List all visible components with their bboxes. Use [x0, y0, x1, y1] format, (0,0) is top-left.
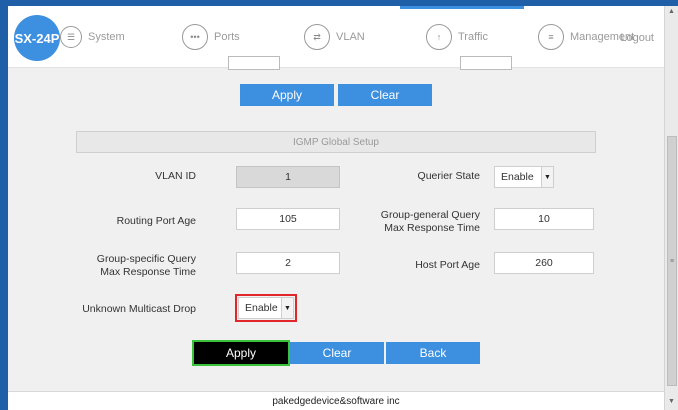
group-specific-field[interactable]: 2 [236, 252, 340, 274]
nav-label-ports: Ports [214, 31, 240, 43]
scroll-up-icon[interactable]: ▲ [668, 8, 675, 15]
scroll-down-icon[interactable]: ▼ [668, 398, 675, 405]
hidden-row-select-2[interactable] [460, 56, 512, 70]
nav-item-ports[interactable]: ••• Ports [182, 24, 240, 50]
logout-link[interactable]: Logout [620, 32, 654, 44]
apply-button[interactable]: Apply [192, 340, 290, 366]
clear-button[interactable]: Clear [290, 342, 384, 364]
unknown-multicast-drop-label: Unknown Multicast Drop [82, 303, 196, 315]
arrow-up-icon: ↑ [426, 24, 452, 50]
unknown-multicast-drop-select[interactable]: Enable ▼ [235, 294, 297, 322]
top-apply-button[interactable]: Apply [240, 84, 334, 106]
group-specific-label: Group-specific Query Max Response Time [96, 253, 196, 278]
top-nav: SX-24P ☰ System ••• Ports ⇄ VLAN ↑ Traff… [8, 6, 664, 68]
host-port-age-label: Host Port Age [415, 259, 480, 271]
vlan-id-field: 1 [236, 166, 340, 188]
routing-port-age-label: Routing Port Age [116, 215, 196, 227]
device-logo: SX-24P [14, 15, 60, 61]
hidden-row-select-1[interactable] [228, 56, 280, 70]
nav-item-vlan[interactable]: ⇄ VLAN [304, 24, 365, 50]
ellipsis-icon: ••• [182, 24, 208, 50]
sliders-icon: ☰ [60, 26, 82, 48]
unknown-multicast-drop-value: Enable [245, 302, 278, 314]
footer: pakedgedevice&software inc [8, 391, 664, 410]
nav-item-traffic[interactable]: ↑ Traffic [426, 24, 488, 50]
group-general-label: Group-general Query Max Response Time [380, 209, 480, 234]
querier-state-select[interactable]: Enable ▼ [494, 166, 554, 188]
querier-state-value: Enable [501, 171, 534, 183]
app-frame: SX-24P ☰ System ••• Ports ⇄ VLAN ↑ Traff… [8, 6, 664, 410]
nav-item-system[interactable]: ☰ System [60, 26, 125, 48]
back-button[interactable]: Back [386, 342, 480, 364]
querier-state-label: Querier State [417, 170, 480, 182]
routing-port-age-field[interactable]: 105 [236, 208, 340, 230]
scroll-thumb[interactable]: ≡ [667, 136, 677, 386]
vlan-id-label: VLAN ID [155, 170, 196, 182]
group-general-field[interactable]: 10 [494, 208, 594, 230]
igmp-section-title: IGMP Global Setup [76, 131, 596, 153]
chevron-down-icon: ▼ [281, 298, 293, 318]
nav-label-system: System [88, 31, 125, 43]
top-clear-button[interactable]: Clear [338, 84, 432, 106]
nav-label-vlan: VLAN [336, 31, 365, 43]
menu-icon: ≡ [538, 24, 564, 50]
nav-label-traffic: Traffic [458, 31, 488, 43]
active-tab-indicator [400, 6, 524, 9]
chevron-down-icon: ▼ [541, 167, 553, 187]
vlan-icon: ⇄ [304, 24, 330, 50]
vertical-scrollbar[interactable]: ▲ ≡ ▼ [664, 6, 678, 410]
host-port-age-field[interactable]: 260 [494, 252, 594, 274]
